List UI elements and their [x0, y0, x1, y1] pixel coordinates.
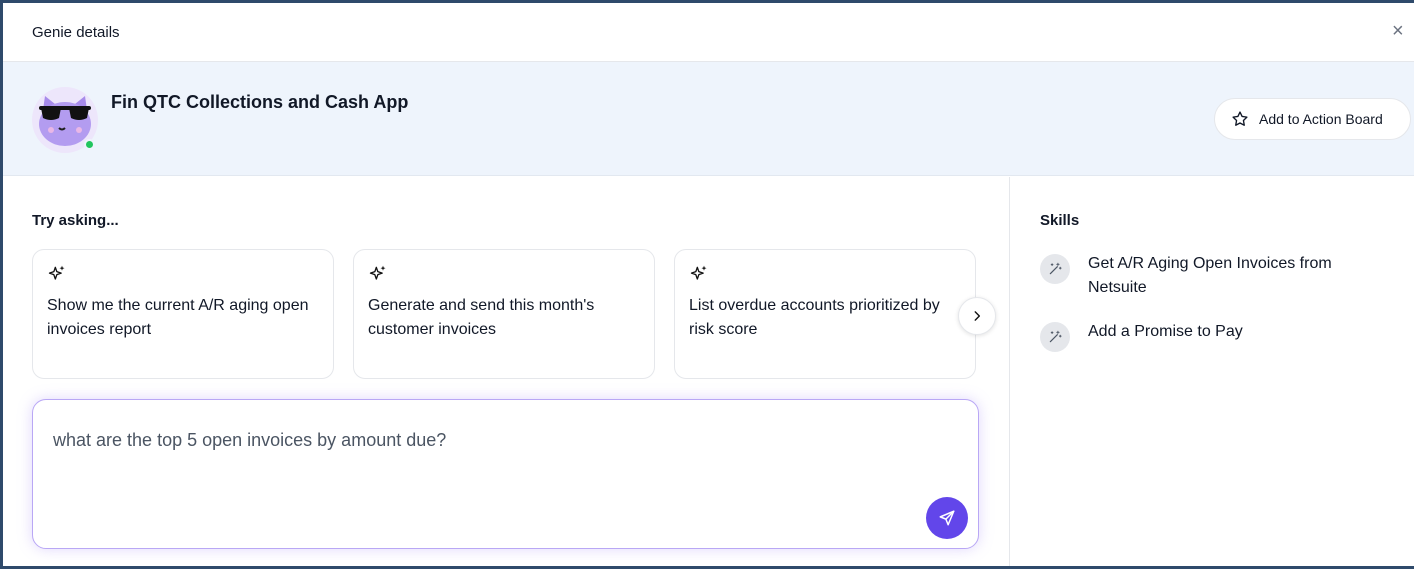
skill-item[interactable]: Get A/R Aging Open Invoices from Netsuit…: [1040, 252, 1388, 300]
send-button[interactable]: [926, 497, 968, 539]
genie-details-panel: Genie details × Fin QTC Collections and …: [0, 0, 1414, 569]
try-asking-heading: Try asking...: [32, 212, 119, 229]
skills-pane: Skills Get A/R Aging Open Invoices from …: [1009, 177, 1414, 566]
add-to-action-board-label: Add to Action Board: [1259, 111, 1383, 127]
prompt-input[interactable]: [53, 430, 933, 451]
star-icon: [1232, 111, 1248, 126]
agent-header: Fin QTC Collections and Cash App Add to …: [3, 62, 1414, 176]
prompt-box: [32, 399, 979, 549]
sparkle-icon: [369, 265, 386, 280]
skill-name: Add a Promise to Pay: [1088, 323, 1243, 340]
skill-name: Get A/R Aging Open Invoices from Netsuit…: [1088, 255, 1332, 296]
close-icon[interactable]: ×: [1392, 17, 1414, 45]
magic-wand-icon: [1040, 254, 1070, 284]
suggestions-pane: Try asking... Show me the current A/R ag…: [3, 177, 1009, 566]
sparkle-icon: [690, 265, 707, 280]
skills-heading: Skills: [1040, 212, 1080, 229]
add-to-action-board-button[interactable]: Add to Action Board: [1214, 98, 1411, 140]
avatar: [31, 86, 99, 154]
panel-title: Genie details: [32, 24, 120, 41]
skill-item[interactable]: Add a Promise to Pay: [1040, 320, 1388, 352]
sparkle-icon: [48, 265, 65, 280]
suggestion-card[interactable]: Show me the current A/R aging open invoi…: [32, 249, 334, 379]
online-status-dot: [84, 139, 95, 150]
suggestion-card[interactable]: Generate and send this month's customer …: [353, 249, 655, 379]
magic-wand-icon: [1040, 322, 1070, 352]
suggestion-text: List overdue accounts prioritized by ris…: [689, 297, 940, 338]
suggestion-text: Generate and send this month's customer …: [368, 297, 595, 338]
send-icon: [939, 510, 955, 526]
suggestion-text: Show me the current A/R aging open invoi…: [47, 297, 309, 338]
panel-titlebar: Genie details ×: [3, 3, 1414, 62]
chevron-right-icon: [974, 311, 981, 321]
suggestion-card[interactable]: List overdue accounts prioritized by ris…: [674, 249, 976, 379]
next-suggestions-button[interactable]: [958, 297, 996, 335]
agent-name: Fin QTC Collections and Cash App: [111, 92, 409, 112]
